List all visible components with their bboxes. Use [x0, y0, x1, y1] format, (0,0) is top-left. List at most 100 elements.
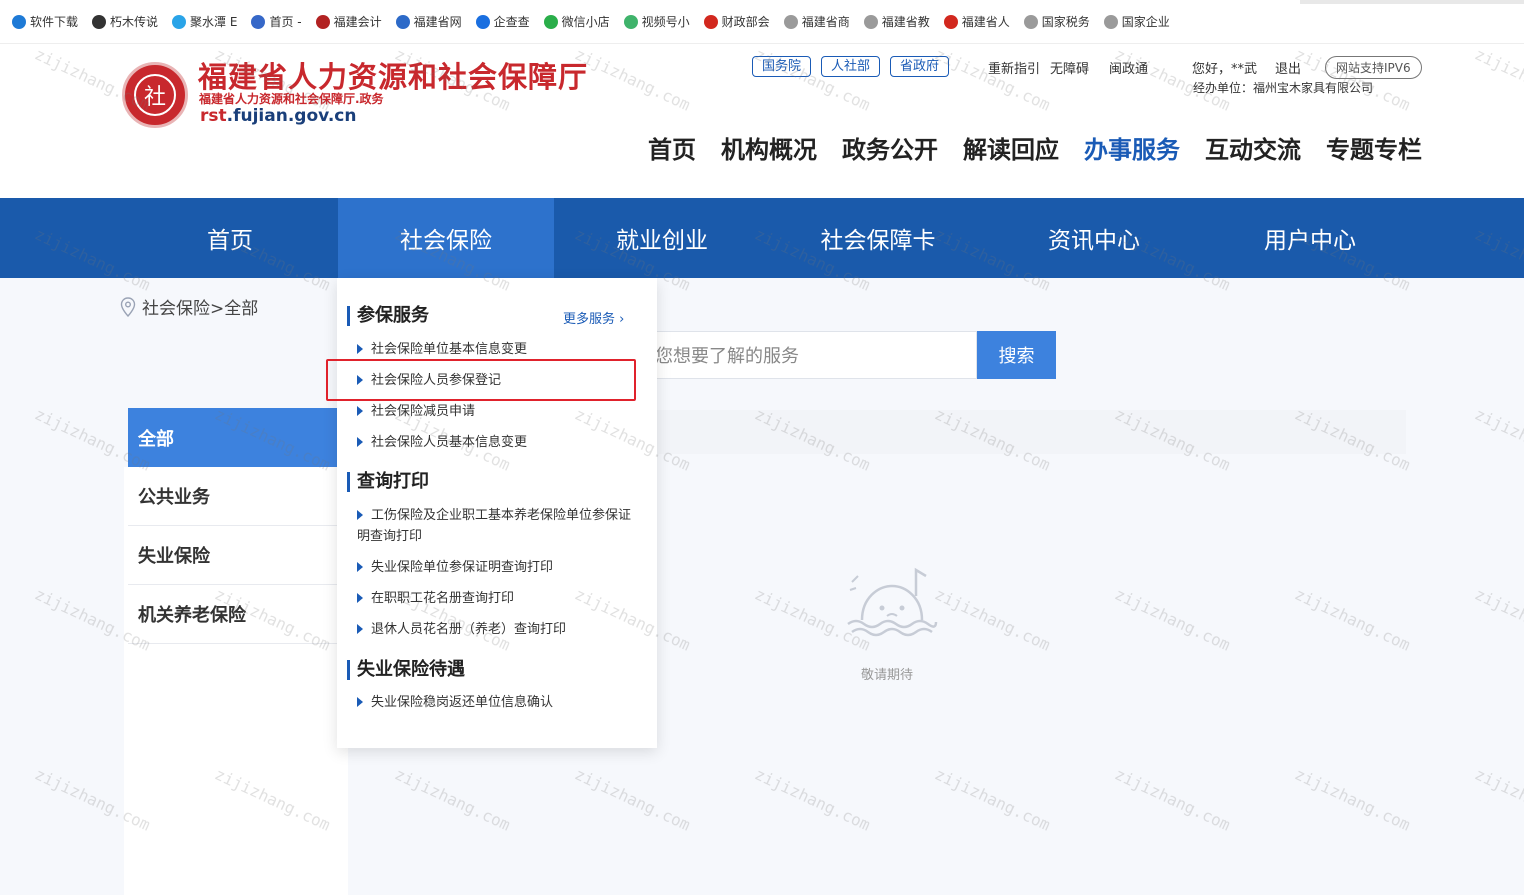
- caret-right-icon: [357, 696, 363, 707]
- tab-user-center[interactable]: 用户中心: [1202, 198, 1418, 278]
- bookmark-favicon-icon: [943, 14, 958, 29]
- sidebar-item-public-business[interactable]: 公共业务: [128, 467, 338, 526]
- bookmark-favicon-icon: [783, 14, 798, 29]
- breadcrumb: 社会保险>全部: [120, 294, 258, 319]
- menu-item-unemployment-certificate[interactable]: 失业保险单位参保证明查询打印: [357, 557, 637, 578]
- annotation-highlight-box: [326, 359, 636, 401]
- tab-employment[interactable]: 就业创业: [554, 198, 770, 278]
- bookmark-favicon-icon: [475, 14, 490, 29]
- nav-org-overview[interactable]: 机构概况: [721, 130, 817, 165]
- bookmark-favicon-icon: [395, 14, 410, 29]
- bookmark-label: 视频号小: [641, 15, 690, 29]
- bookmark-label: 聚水潭 E: [190, 15, 238, 29]
- link-guowuyuan[interactable]: 国务院: [752, 56, 812, 77]
- bookmark-label: 财政部会: [721, 15, 770, 29]
- tab-news-center[interactable]: 资讯中心: [986, 198, 1202, 278]
- bookmark-label: 朽木传说: [110, 15, 159, 29]
- nav-interpretation[interactable]: 解读回应: [963, 130, 1059, 165]
- bookmark-item[interactable]: 软件下载: [12, 13, 78, 30]
- caret-right-icon: [357, 405, 363, 416]
- bookmark-favicon-icon: [703, 14, 718, 29]
- link-accessibility[interactable]: 无障碍: [1050, 58, 1089, 77]
- nav-interaction[interactable]: 互动交流: [1205, 130, 1301, 165]
- more-services-link[interactable]: 更多服务 ›: [563, 308, 624, 327]
- menu-item-label: 社会保险减员申请: [371, 404, 476, 419]
- tab-social-security-card[interactable]: 社会保障卡: [770, 198, 986, 278]
- bookmark-item[interactable]: 微信小店: [543, 13, 610, 30]
- bookmark-item[interactable]: 福建省教: [863, 13, 930, 30]
- ipv6-badge: 网站支持IPV6: [1325, 56, 1422, 79]
- bookmark-item[interactable]: 聚水潭 E: [172, 13, 237, 30]
- link-shengzhengfu[interactable]: 省政府: [890, 56, 950, 77]
- sidebar-item-unemployment[interactable]: 失业保险: [128, 526, 338, 585]
- menu-item-label: 工伤保险及企业职工基本养老保险单位参保证明查询打印: [357, 508, 632, 544]
- tab-home[interactable]: 首页: [122, 198, 338, 278]
- menu-item-stabilization-refund[interactable]: 失业保险稳岗返还单位信息确认: [357, 692, 637, 713]
- breadcrumb-text: 社会保险>全部: [142, 299, 259, 319]
- bookmark-favicon-icon: [251, 14, 266, 29]
- bookmark-item[interactable]: 福建省人: [943, 13, 1010, 30]
- link-reguide[interactable]: 重新指引: [988, 58, 1040, 77]
- bookmark-favicon-icon: [1023, 14, 1038, 29]
- domain-rest: .fujian.gov.cn: [226, 106, 357, 126]
- nav-special-topics[interactable]: 专题专栏: [1326, 130, 1422, 165]
- sidebar-item-all[interactable]: 全部: [128, 408, 338, 467]
- menu-item-label: 社会保险人员基本信息变更: [371, 435, 528, 450]
- bookmark-item[interactable]: 福建省商: [783, 13, 850, 30]
- location-pin-icon: [120, 296, 136, 317]
- site-domain: rst.fujian.gov.cn: [200, 106, 356, 126]
- results-header-shade: [640, 410, 1406, 454]
- menu-item-staff-roster[interactable]: 在职职工花名册查询打印: [357, 588, 637, 609]
- caret-right-icon: [357, 509, 363, 520]
- bookmark-item[interactable]: 视频号小: [623, 13, 690, 30]
- section-title-query-print: 查询打印: [347, 472, 429, 492]
- scrollbar-track: [1300, 0, 1524, 4]
- link-minzhengtong[interactable]: 闽政通: [1109, 58, 1148, 77]
- section-title-unemployment-benefits: 失业保险待遇: [347, 660, 465, 680]
- social-insurance-dropdown: 参保服务 更多服务 › 社会保险单位基本信息变更 社会保险人员参保登记 社会保险…: [337, 278, 657, 748]
- user-area: 您好，**武 退出: [1192, 58, 1301, 77]
- site-header: 社 福建省人力资源和社会保障厅 福建省人力资源和社会保障厅.政务 rst.fuj…: [0, 44, 1524, 198]
- menu-item-reduction-request[interactable]: 社会保险减员申请: [357, 401, 637, 422]
- top-utility-links: 重新指引 无障碍 闽政通: [988, 58, 1158, 77]
- menu-item-personnel-info-change[interactable]: 社会保险人员基本信息变更: [357, 432, 637, 453]
- bookmark-item[interactable]: 朽木传说: [92, 13, 158, 30]
- nav-home[interactable]: 首页: [648, 130, 696, 165]
- chevron-right-icon: ›: [619, 312, 625, 327]
- sidebar-item-agency-pension[interactable]: 机关养老保险: [128, 585, 338, 644]
- nav-gov-affairs[interactable]: 政务公开: [842, 130, 938, 165]
- bookmark-label: 福建省人: [961, 15, 1010, 29]
- main-nav: 首页 机构概况 政务公开 解读回应 办事服务 互动交流 专题专栏: [648, 130, 1447, 165]
- menu-item-injury-pension-certificate[interactable]: 工伤保险及企业职工基本养老保险单位参保证明查询打印: [357, 505, 637, 547]
- bookmark-item[interactable]: 福建省网: [395, 13, 462, 30]
- bookmark-favicon-icon: [315, 14, 330, 29]
- search-button[interactable]: 搜索: [977, 331, 1056, 379]
- bookmark-item[interactable]: 国家税务: [1023, 13, 1090, 30]
- bookmark-label: 福建省教: [881, 15, 930, 29]
- menu-item-retiree-roster[interactable]: 退休人员花名册（养老）查询打印: [357, 619, 637, 640]
- caret-right-icon: [357, 343, 363, 354]
- logout-link[interactable]: 退出: [1275, 62, 1301, 77]
- menu-item-unit-info-change[interactable]: 社会保险单位基本信息变更: [357, 339, 637, 360]
- bookmark-label: 微信小店: [561, 15, 610, 29]
- bookmark-label: 国家企业: [1121, 15, 1170, 29]
- bookmark-item[interactable]: 财政部会: [703, 13, 770, 30]
- bookmark-label: 福建会计: [333, 15, 382, 29]
- bookmark-label: 国家税务: [1041, 15, 1090, 29]
- bookmark-item[interactable]: 福建会计: [315, 13, 382, 30]
- site-logo[interactable]: 社: [122, 62, 188, 128]
- bookmark-favicon-icon: [863, 14, 878, 29]
- bookmark-item[interactable]: 国家企业: [1103, 13, 1170, 30]
- bookmark-item[interactable]: 企查查: [475, 13, 530, 30]
- menu-item-label: 失业保险稳岗返还单位信息确认: [371, 695, 554, 710]
- content-area: 社会保险>全部 全部 公共业务 失业保险 机关养老保险 您想要了解的服务 搜索 …: [0, 278, 1524, 895]
- caret-right-icon: [357, 561, 363, 572]
- tab-social-insurance[interactable]: 社会保险: [338, 198, 554, 278]
- nav-services[interactable]: 办事服务: [1084, 130, 1180, 165]
- service-nav-bar: 首页 社会保险 就业创业 社会保障卡 资讯中心 用户中心: [0, 198, 1524, 278]
- bookmarks-bar: 软件下载 朽木传说 聚水潭 E 首页 - 福建会计 福建省网 企查查 微信小店 视频号小 财政部会…: [0, 0, 1524, 44]
- link-renshebu[interactable]: 人社部: [821, 56, 881, 77]
- bookmark-label: 软件下载: [30, 15, 79, 29]
- search-input[interactable]: 您想要了解的服务: [640, 331, 977, 379]
- bookmark-item[interactable]: 首页 -: [251, 13, 302, 30]
